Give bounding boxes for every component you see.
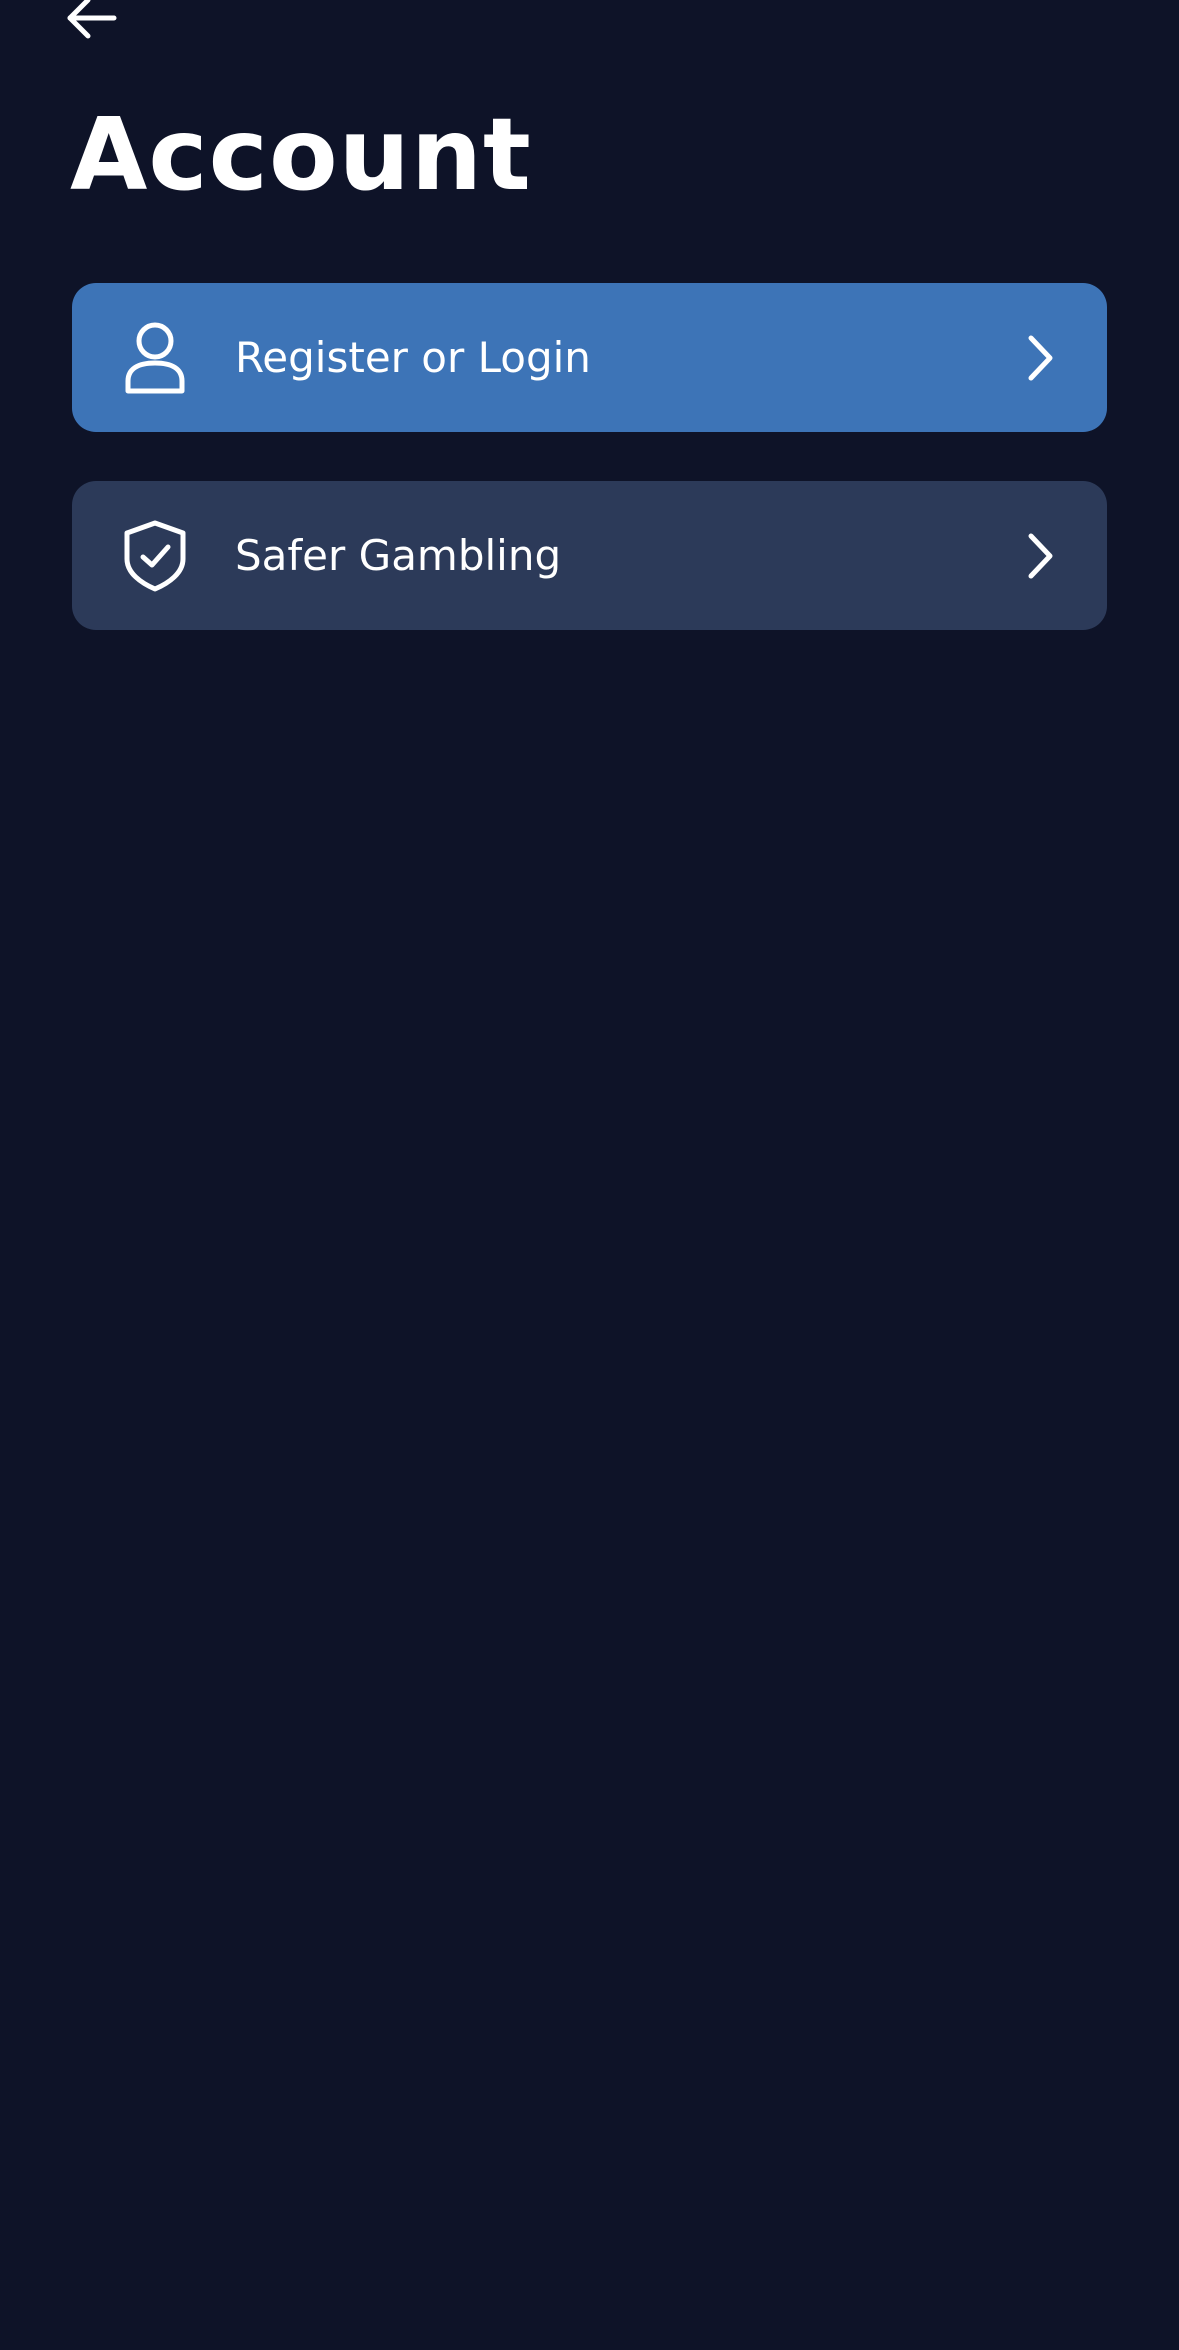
safer-gambling-label: Safer Gambling	[235, 530, 562, 580]
register-or-login-label: Register or Login	[235, 332, 591, 382]
chevron-right-icon	[1025, 531, 1055, 581]
register-or-login-button[interactable]: Register or Login	[72, 283, 1107, 432]
back-button[interactable]	[66, 0, 126, 40]
chevron-right-icon	[1025, 333, 1055, 383]
account-menu: Register or Login Safer Gambling	[72, 283, 1107, 630]
safer-gambling-button[interactable]: Safer Gambling	[72, 481, 1107, 630]
account-screen: Account Register or Login Safer Gambling	[0, 0, 1179, 2350]
shield-check-icon	[120, 518, 190, 594]
arrow-left-icon	[66, 0, 118, 40]
page-title: Account	[70, 96, 532, 213]
user-icon	[120, 320, 190, 396]
